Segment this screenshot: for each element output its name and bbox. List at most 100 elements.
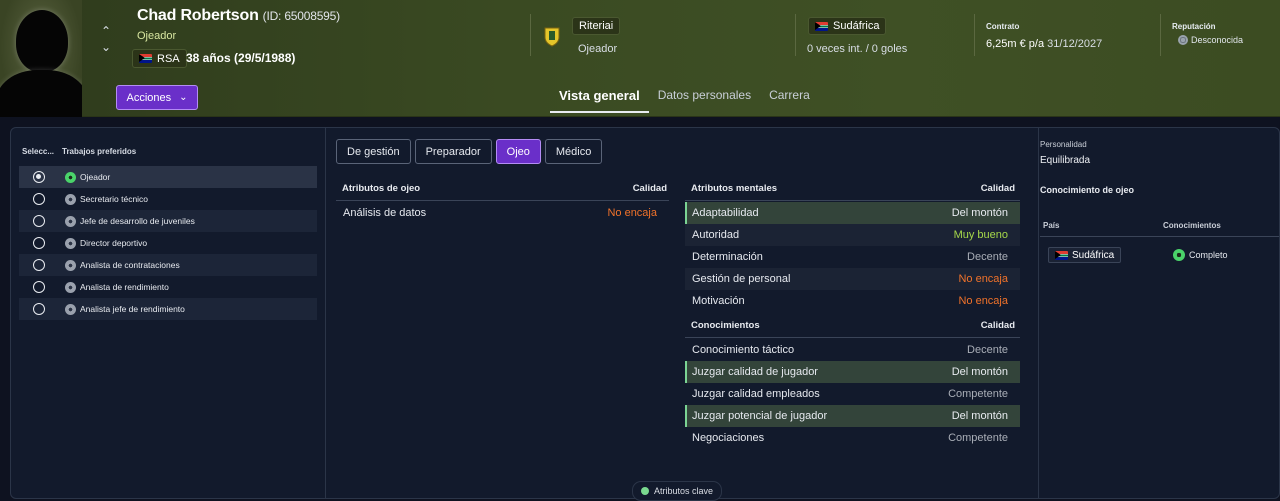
job-label: Ojeador <box>80 172 111 182</box>
jobs-list: Ojeador Secretario técnico Jefe de desar… <box>19 166 317 320</box>
club-name: Riteriai <box>579 20 614 32</box>
radio-button[interactable] <box>33 193 45 205</box>
job-label: Director deportivo <box>80 238 148 248</box>
table-row[interactable]: Negociaciones Competente <box>685 427 1020 449</box>
globe-icon <box>1178 35 1188 45</box>
player-name-text: Chad Robertson <box>137 7 259 24</box>
tab-carrera[interactable]: Carrera <box>760 86 819 113</box>
role-icon <box>65 171 76 183</box>
mental-attrs-table: Adaptabilidad Del montón Autoridad Muy b… <box>685 202 1020 312</box>
divider <box>336 200 669 201</box>
south-africa-flag-icon <box>815 21 828 31</box>
divider <box>1160 14 1161 56</box>
attributes-panel: De gestión Preparador Ojeo Médico Atribu… <box>327 128 1037 498</box>
attr-name: Análisis de datos <box>343 207 427 219</box>
select-column-header[interactable]: Selecc... <box>22 147 54 156</box>
table-row[interactable]: Gestión de personal No encaja <box>685 268 1020 290</box>
main-panel: Selecc... Trabajos preferidos Ojeador Se… <box>10 127 1280 499</box>
attribute-tabs: De gestión Preparador Ojeo Médico <box>336 139 603 164</box>
key-attributes-legend[interactable]: Atributos clave <box>632 481 723 501</box>
table-row[interactable]: Determinación Decente <box>685 246 1020 268</box>
attr-quality: Competente <box>948 388 1008 400</box>
attr-name: Motivación <box>692 295 745 307</box>
prev-next-player[interactable]: ⌃ ⌄ <box>99 24 113 54</box>
list-item[interactable]: Secretario técnico <box>19 188 317 210</box>
player-age: 38 años (29/5/1988) <box>186 51 296 65</box>
nation-chip[interactable]: RSA <box>132 49 187 68</box>
contract-label: Contrato <box>986 22 1020 31</box>
legend-label: Atributos clave <box>654 486 714 496</box>
list-item[interactable]: Jefe de desarrollo de juveniles <box>19 210 317 232</box>
radio-button[interactable] <box>33 303 45 315</box>
attr-quality: No encaja <box>607 207 657 219</box>
attr-quality: Del montón <box>951 207 1008 219</box>
table-row[interactable]: Análisis de datos No encaja <box>336 202 669 224</box>
radio-button[interactable] <box>33 259 45 271</box>
club-crest-icon[interactable] <box>541 25 563 47</box>
reputation-value: Desconocida <box>1178 35 1243 45</box>
role-icon <box>65 259 76 271</box>
table-row[interactable]: Autoridad Muy bueno <box>685 224 1020 246</box>
table-row[interactable]: Conocimiento táctico Decente <box>685 339 1020 361</box>
table-row[interactable]: Juzgar calidad empleados Competente <box>685 383 1020 405</box>
reputation-text: Desconocida <box>1191 35 1244 45</box>
radio-button[interactable] <box>33 171 45 183</box>
job-label: Analista de contrataciones <box>80 260 180 270</box>
radio-button[interactable] <box>33 281 45 293</box>
knowledge-level: Completo <box>1173 249 1228 261</box>
knowledge-column-header[interactable]: Conocimientos <box>1163 221 1221 230</box>
chevron-down-icon[interactable]: ⌄ <box>99 40 113 54</box>
nation-code: RSA <box>157 52 180 65</box>
actions-button[interactable]: Acciones ⌄ <box>116 85 198 110</box>
reputation-label: Reputación <box>1172 22 1216 31</box>
radio-button[interactable] <box>33 237 45 249</box>
tab-datos-personales[interactable]: Datos personales <box>649 86 760 113</box>
table-row[interactable]: Juzgar potencial de jugador Del montón <box>685 405 1020 427</box>
country-chip[interactable]: Sudáfrica <box>1048 247 1122 263</box>
divider <box>1040 236 1279 237</box>
actions-label: Acciones <box>126 91 172 104</box>
list-item[interactable]: Ojeador <box>19 166 317 188</box>
list-item[interactable]: Analista de contrataciones <box>19 254 317 276</box>
list-item[interactable]: Director deportivo <box>19 232 317 254</box>
table-row[interactable]: Juzgar calidad de jugador Del montón <box>685 361 1020 383</box>
tab-de-gestion[interactable]: De gestión <box>336 139 411 164</box>
table-row[interactable]: Adaptabilidad Del montón <box>685 202 1020 224</box>
divider <box>530 14 531 56</box>
list-item[interactable]: Analista jefe de rendimiento <box>19 298 317 320</box>
role-icon <box>65 281 76 293</box>
radio-button[interactable] <box>33 215 45 227</box>
personality-value: Equilibrada <box>1040 155 1091 166</box>
scouting-quality-header: Calidad <box>632 183 667 194</box>
chevron-up-icon[interactable]: ⌃ <box>99 24 113 38</box>
international-caps: 0 veces int. / 0 goles <box>807 43 908 55</box>
mental-quality-header: Calidad <box>980 183 1015 194</box>
player-avatar <box>0 0 82 117</box>
attr-name: Autoridad <box>692 229 740 241</box>
tab-preparador[interactable]: Preparador <box>414 139 492 164</box>
divider <box>685 337 1020 338</box>
job-label: Analista de rendimiento <box>80 282 169 292</box>
tab-ojeo[interactable]: Ojeo <box>495 139 541 164</box>
country-column-header[interactable]: País <box>1043 221 1059 230</box>
list-item[interactable]: Analista de rendimiento <box>19 276 317 298</box>
completeness-icon <box>1173 249 1185 261</box>
nationality-chip[interactable]: Sudáfrica <box>808 17 887 35</box>
south-africa-flag-icon <box>1055 250 1068 260</box>
attr-quality: No encaja <box>958 295 1008 307</box>
knowledge-level-text: Completo <box>1189 250 1228 260</box>
attr-name: Negociaciones <box>692 432 765 444</box>
role-icon <box>65 215 76 227</box>
country-name: Sudáfrica <box>1072 249 1115 261</box>
preferred-jobs-panel: Selecc... Trabajos preferidos Ojeador Se… <box>11 128 326 498</box>
tab-medico[interactable]: Médico <box>544 139 603 164</box>
club-chip[interactable]: Riteriai <box>572 17 621 35</box>
attr-quality: Muy bueno <box>953 229 1008 241</box>
jobs-column-header[interactable]: Trabajos preferidos <box>62 147 136 156</box>
table-row[interactable]: Motivación No encaja <box>685 290 1020 312</box>
personality-label: Personalidad <box>1040 140 1087 149</box>
knowledge-header: Conocimientos <box>691 320 760 331</box>
divider <box>974 14 975 56</box>
knowledge-attrs-table: Conocimiento táctico Decente Juzgar cali… <box>685 339 1020 449</box>
tab-vista-general[interactable]: Vista general <box>550 86 649 113</box>
